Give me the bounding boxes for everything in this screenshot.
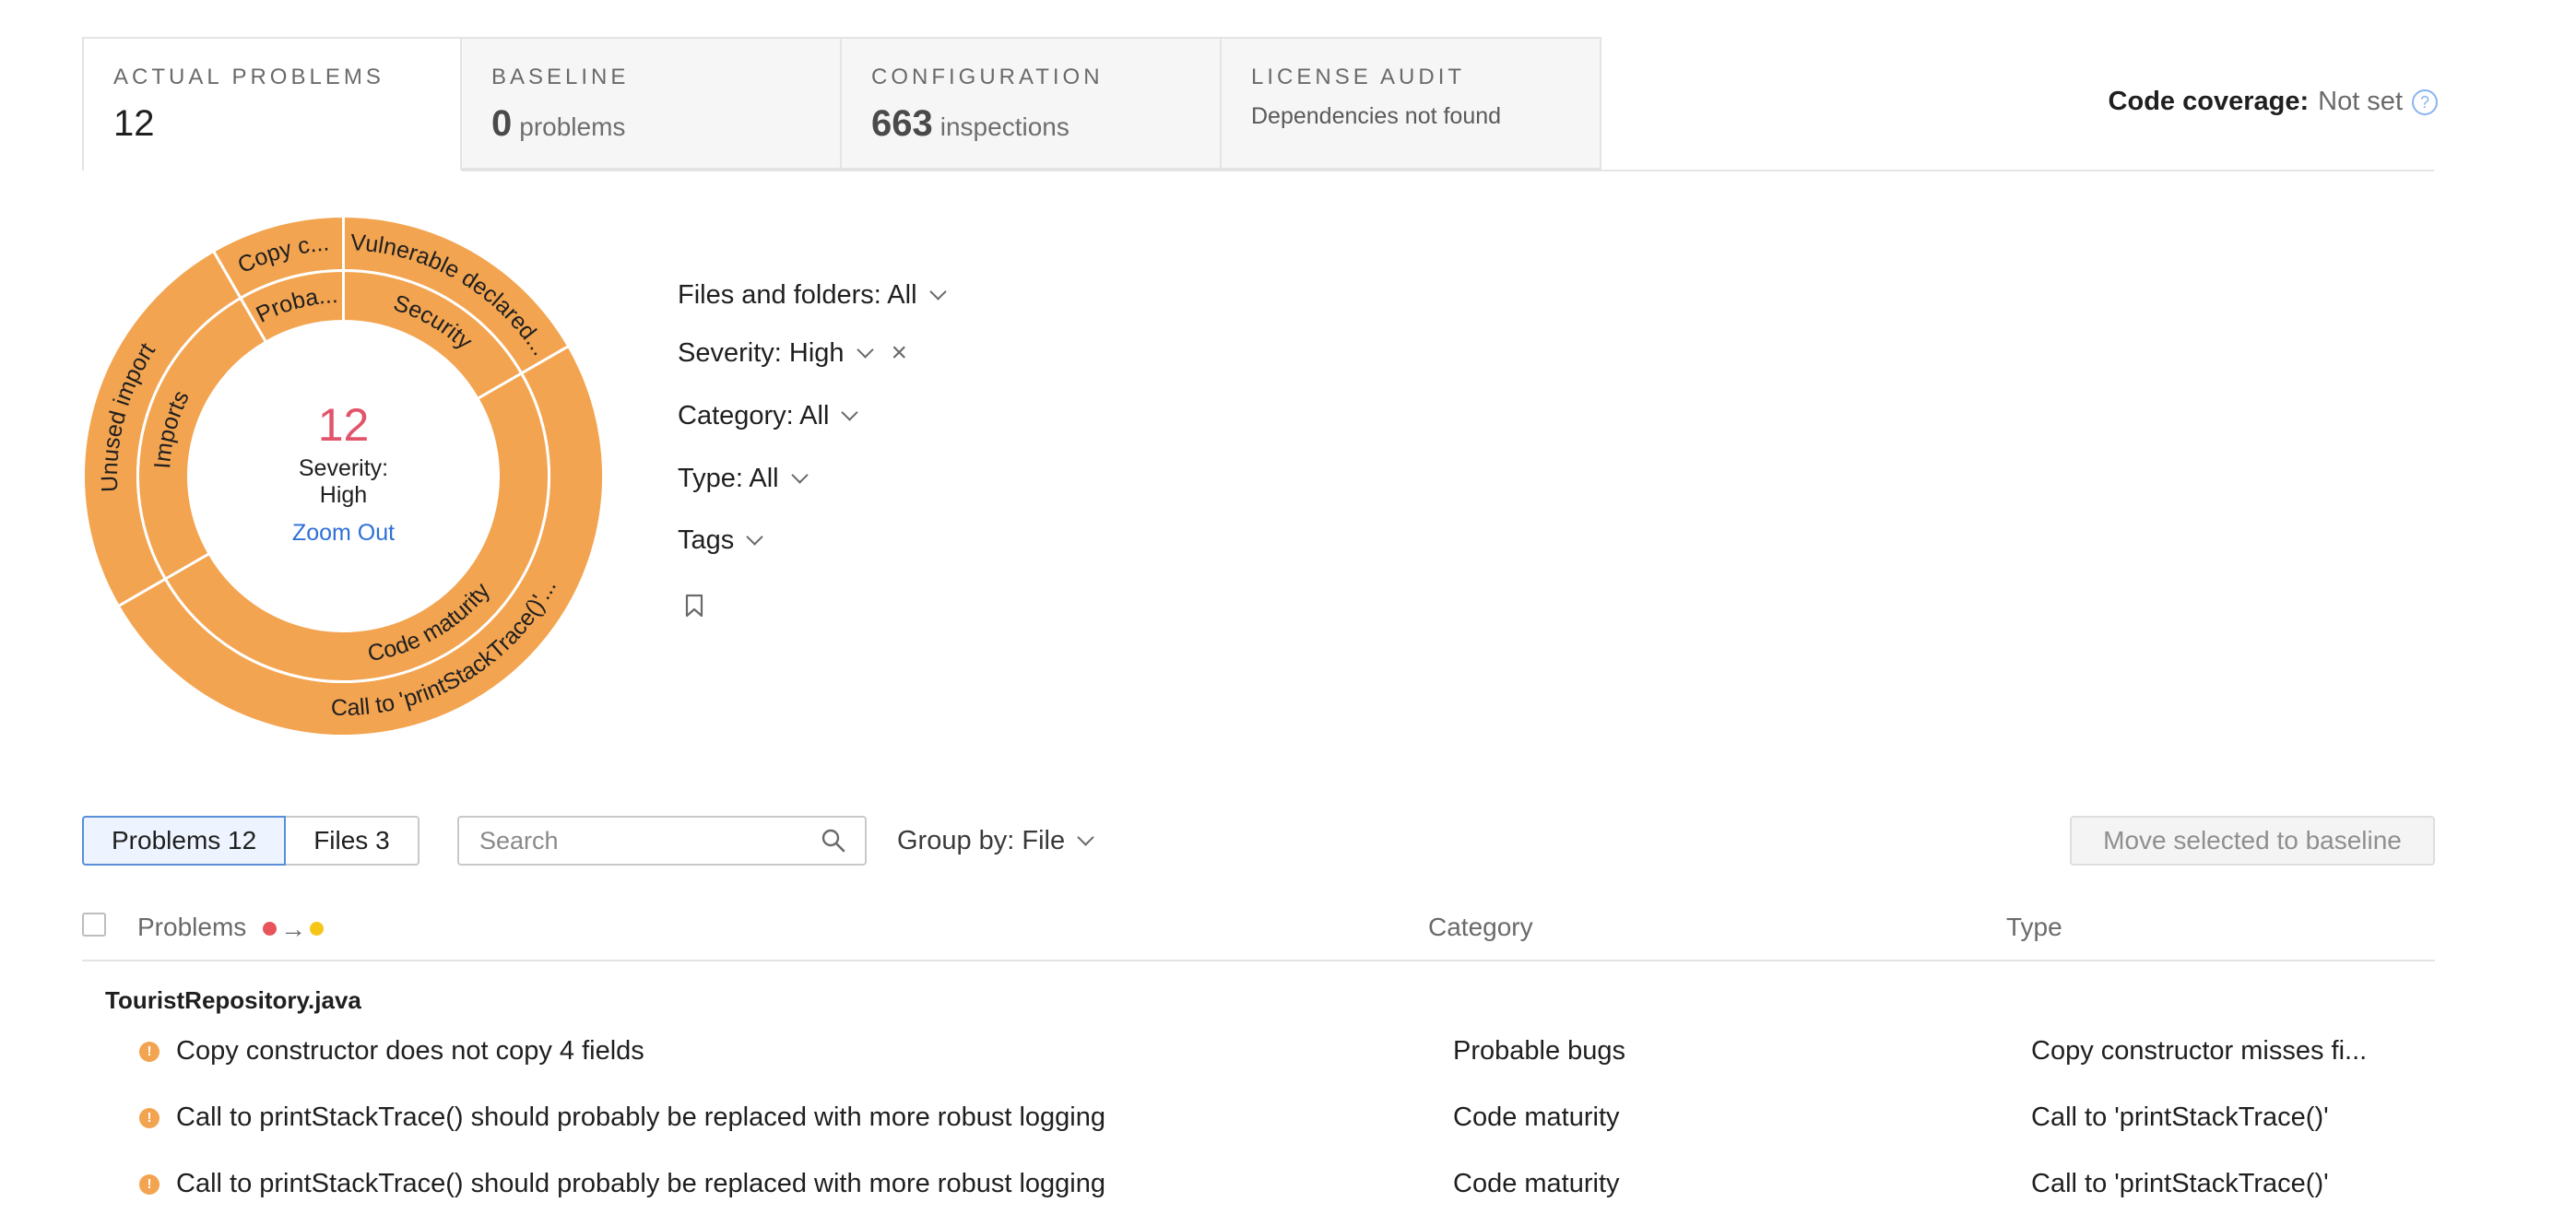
chevron-down-icon — [1077, 828, 1094, 846]
problems-sunburst: Vulnerable declared... Call to 'printStac… — [78, 211, 609, 741]
table-row[interactable]: ! Copy constructor does not copy 4 field… — [82, 1032, 2435, 1088]
filter-files-folders[interactable]: Files and folders: All — [678, 277, 947, 313]
select-all-checkbox[interactable] — [82, 913, 106, 937]
chevron-down-icon — [841, 403, 859, 421]
warning-icon: ! — [139, 1174, 160, 1195]
category-column-header[interactable]: Category — [1428, 913, 1533, 942]
filter-severity[interactable]: Severity: High × — [678, 335, 907, 371]
filter-tags[interactable]: Tags — [678, 522, 763, 559]
problems-column-header[interactable]: Problems → — [137, 913, 325, 944]
group-by-dropdown[interactable]: Group by: File — [897, 820, 1094, 861]
problem-type: Copy constructor misses fi... — [2031, 1036, 2368, 1066]
search-icon[interactable] — [821, 828, 846, 854]
tab-label: LICENSE AUDIT — [1251, 65, 1466, 89]
tab-divider — [462, 170, 2434, 171]
tab-configuration[interactable]: CONFIGURATION 663 inspections — [842, 37, 1222, 170]
tab-count: 663 — [871, 103, 933, 144]
search-input[interactable] — [478, 825, 821, 856]
sunburst-center: 12 Severity: High Zoom Out — [78, 211, 609, 741]
problem-category: Code maturity — [1453, 1169, 1620, 1198]
view-toggle: Problems 12 Files 3 — [82, 816, 419, 866]
warning-icon: ! — [139, 1042, 160, 1062]
column-label: Problems — [137, 913, 247, 941]
files-toggle-button[interactable]: Files 3 — [286, 816, 419, 866]
table-header: Problems → Category Type — [82, 908, 2435, 961]
problem-text: Copy constructor does not copy 4 fields — [176, 1036, 644, 1066]
chevron-down-icon — [856, 340, 874, 359]
sunburst-count: 12 — [317, 399, 370, 451]
tab-subtitle: Dependencies not found — [1251, 103, 1502, 129]
filter-label: Severity: High — [678, 337, 845, 368]
coverage-value: Not set — [2318, 87, 2403, 116]
arrow-right-icon: → — [280, 914, 307, 943]
tab-license-audit[interactable]: LICENSE AUDIT Dependencies not found — [1222, 37, 1601, 170]
tab-unit: inspections — [939, 112, 1069, 141]
problem-category: Code maturity — [1453, 1102, 1620, 1132]
tab-value: 663 inspections — [871, 103, 1190, 145]
tab-actual-problems[interactable]: ACTUAL PROBLEMS 12 — [82, 37, 462, 171]
problem-type: Call to 'printStackTrace()' — [2031, 1169, 2329, 1198]
tab-unit: problems — [519, 112, 626, 141]
problem-text: Call to printStackTrace() should probabl… — [176, 1169, 1105, 1198]
tab-baseline[interactable]: BASELINE 0 problems — [462, 37, 842, 170]
search-box — [457, 816, 867, 866]
problem-type: Call to 'printStackTrace()' — [2031, 1102, 2329, 1132]
close-icon[interactable]: × — [892, 337, 908, 369]
chevron-down-icon — [746, 527, 763, 546]
help-circle-icon[interactable]: ? — [2412, 88, 2438, 115]
severity-low-dot — [310, 922, 325, 937]
code-coverage: Code coverage: Not set ? — [2109, 87, 2438, 117]
problem-text: Call to printStackTrace() should probabl… — [176, 1102, 1105, 1132]
tab-count: 12 — [113, 103, 155, 144]
tab-count: 0 — [491, 103, 513, 144]
chevron-down-icon — [928, 282, 947, 301]
filter-label: Tags — [678, 525, 735, 555]
tab-label: ACTUAL PROBLEMS — [113, 65, 384, 89]
filter-label: Type: All — [678, 463, 779, 493]
table-row[interactable]: ! Call to printStackTrace() should proba… — [82, 1165, 2435, 1220]
type-column-header[interactable]: Type — [2006, 913, 2062, 942]
file-group-title[interactable]: TouristRepository.java — [105, 986, 361, 1015]
tab-bar: ACTUAL PROBLEMS 12 BASELINE 0 problems CO… — [82, 37, 1601, 171]
sunburst-severity: Severity: High — [298, 455, 389, 508]
tab-label: BASELINE — [491, 65, 630, 89]
problems-toggle-button[interactable]: Problems 12 — [82, 816, 287, 866]
coverage-label: Code coverage: — [2108, 87, 2310, 116]
bookmark-icon[interactable] — [685, 594, 703, 618]
tab-label: CONFIGURATION — [871, 65, 1104, 89]
warning-icon: ! — [139, 1108, 160, 1128]
move-to-baseline-button[interactable]: Move selected to baseline — [2070, 816, 2435, 866]
chevron-down-icon — [790, 466, 809, 484]
severity-high-dot — [263, 922, 278, 937]
problem-category: Probable bugs — [1453, 1036, 1626, 1066]
filter-label: Category: All — [678, 400, 830, 430]
table-row[interactable]: ! Call to printStackTrace() should proba… — [82, 1099, 2435, 1154]
zoom-out-link[interactable]: Zoom Out — [292, 520, 395, 547]
group-by-label: Group by: File — [897, 825, 1066, 855]
filter-type[interactable]: Type: All — [678, 460, 809, 497]
filter-label: Files and folders: All — [678, 279, 917, 310]
filter-category[interactable]: Category: All — [678, 397, 859, 434]
tab-value: 12 — [113, 103, 431, 145]
tab-value: 0 problems — [491, 103, 810, 145]
